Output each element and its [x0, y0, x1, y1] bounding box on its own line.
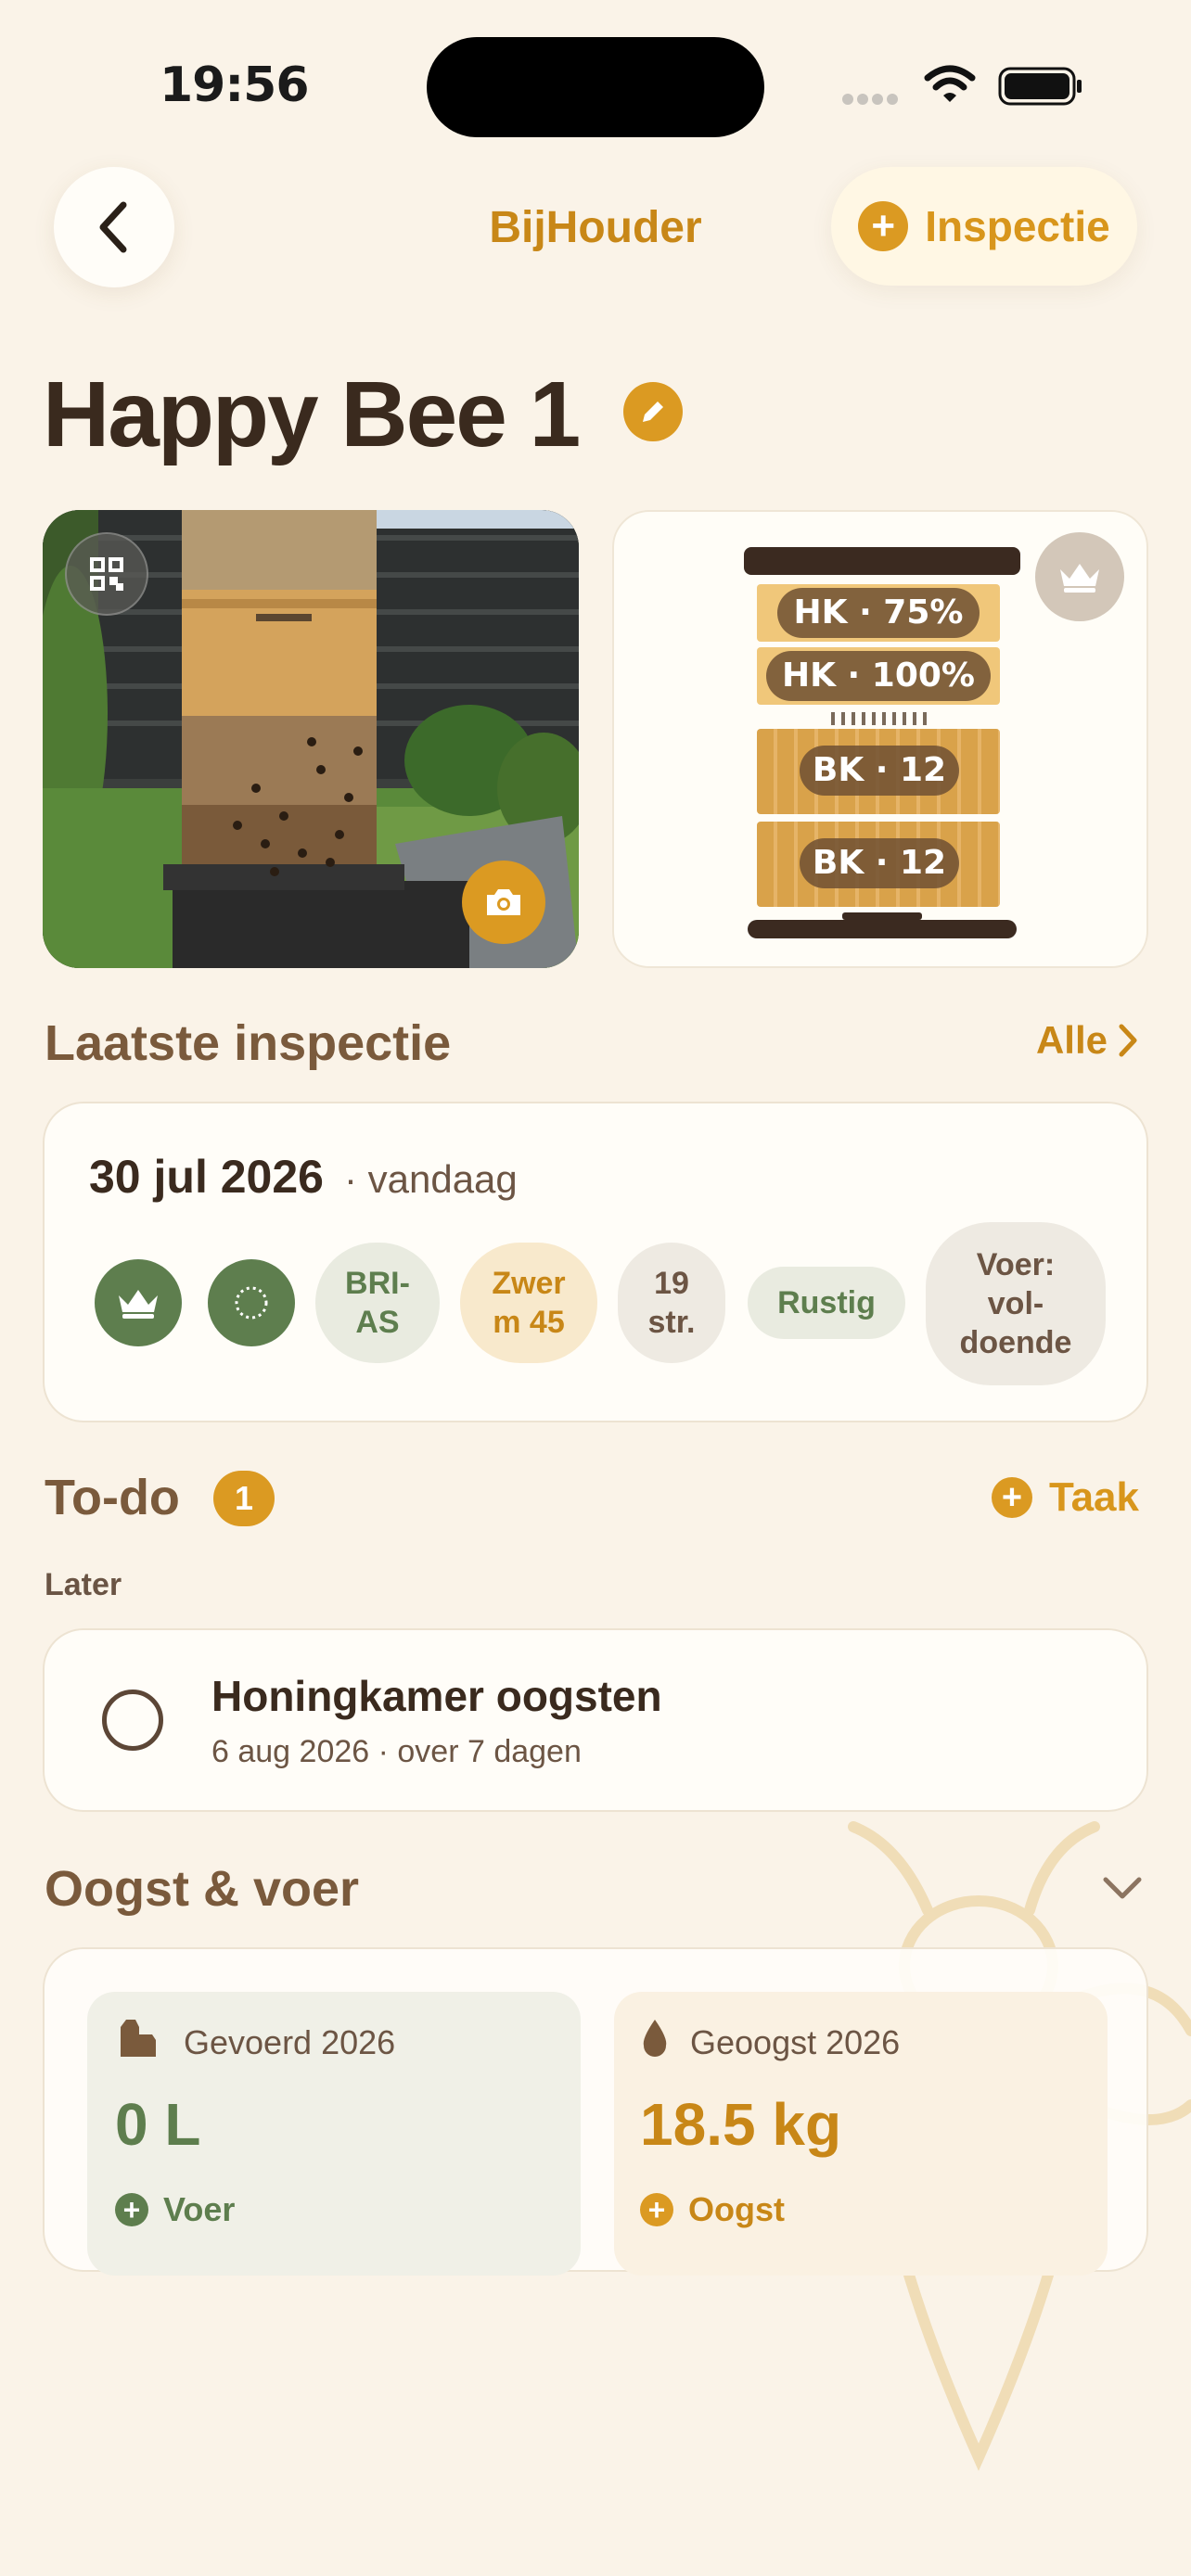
add-inspection-label: Inspectie	[925, 202, 1110, 250]
queen-button[interactable]	[1035, 532, 1124, 621]
fed-value: 0 L	[115, 2091, 201, 2158]
camera-button[interactable]	[462, 861, 545, 944]
todo-item-subtitle: 6 aug 2026 · over 7 dagen	[211, 1734, 582, 1769]
plus-circle-icon: +	[858, 201, 909, 251]
hive-diagram-card[interactable]: HK · 75% HK · 100% BK · 12 BK · 12	[612, 510, 1148, 968]
brood-box-label: BK · 12	[800, 746, 959, 796]
hive-entrance	[842, 912, 922, 920]
crown-icon	[1060, 564, 1099, 593]
harvest-value: 18.5 kg	[640, 2091, 842, 2158]
honey-super-label: HK · 75%	[777, 588, 980, 638]
harvest-stat-tile[interactable]: Geoogst 2026 18.5 kg + Oogst	[614, 1992, 1108, 2276]
harvest-card: Gevoerd 2026 0 L + Voer Geoogst 2026 18.…	[43, 1947, 1148, 2276]
signal-icon	[842, 93, 907, 106]
todo-heading: To-do	[45, 1470, 180, 1525]
add-task-label: Taak	[1048, 1474, 1139, 1520]
plus-circle-icon: +	[991, 1477, 1032, 1518]
pencil-icon	[643, 402, 663, 422]
wifi-icon	[924, 65, 976, 102]
qr-code-icon	[90, 557, 123, 591]
inspection-relative-date: · vandaag	[343, 1157, 518, 1201]
hive-roof	[744, 547, 1020, 575]
last-inspection-card[interactable]: 30 jul 2026 · vandaag BRI- AS Zwer m 45 …	[43, 1102, 1148, 1422]
todo-group-label: Later	[45, 1567, 122, 1602]
inspection-date: 30 jul 2026	[89, 1151, 324, 1203]
food-chip: Voer: vol- doende	[926, 1222, 1106, 1385]
battery-icon	[998, 67, 1082, 106]
chevron-right-icon	[1119, 1024, 1137, 1057]
add-harvest-label[interactable]: Oogst	[688, 2190, 785, 2229]
qr-code-button[interactable]	[65, 532, 148, 616]
hive-title: Happy Bee 1	[43, 363, 581, 466]
dynamic-island	[427, 37, 764, 137]
frames-chip: 19 str.	[618, 1243, 725, 1363]
todo-item-title: Honingkamer oogsten	[211, 1672, 662, 1720]
chevron-down-icon[interactable]	[1102, 1875, 1143, 1901]
feed-bag-icon	[121, 2020, 156, 2057]
add-task-button[interactable]: + Taak	[991, 1474, 1139, 1521]
hive-photo[interactable]	[43, 510, 579, 968]
all-inspections-link[interactable]: Alle	[1036, 1018, 1139, 1063]
brood-status-chip	[208, 1259, 295, 1346]
hive-bottom-board	[748, 920, 1017, 938]
fed-stat-tile[interactable]: Gevoerd 2026 0 L + Voer	[87, 1992, 581, 2276]
edit-name-button[interactable]	[623, 382, 683, 441]
plus-circle-icon: +	[640, 2193, 673, 2226]
plus-circle-icon: +	[115, 2193, 148, 2226]
dotted-circle-icon	[235, 1286, 268, 1320]
todo-count-badge: 1	[213, 1471, 275, 1526]
last-inspection-heading: Laatste inspectie	[45, 1015, 452, 1071]
brood-box-label: BK · 12	[800, 838, 959, 888]
queen-status-chip	[95, 1259, 182, 1346]
add-inspection-button[interactable]: + Inspectie	[831, 167, 1137, 286]
queen-excluder	[831, 712, 931, 725]
status-time: 19:56	[160, 57, 310, 113]
harvest-heading: Oogst & voer	[45, 1861, 360, 1917]
harvest-label: Geoogst 2026	[690, 2023, 901, 2061]
breed-chip: BRI- AS	[315, 1243, 440, 1363]
camera-icon	[487, 889, 520, 915]
temper-chip: Rustig	[748, 1267, 905, 1339]
all-inspections-label: Alle	[1035, 1018, 1108, 1062]
honey-super-label: HK · 100%	[766, 651, 991, 701]
todo-checkbox[interactable]	[102, 1690, 163, 1751]
fed-label: Gevoerd 2026	[184, 2023, 396, 2061]
add-feed-label[interactable]: Voer	[163, 2190, 235, 2229]
crown-icon	[119, 1290, 158, 1319]
droplet-icon	[643, 2020, 667, 2057]
todo-item[interactable]: Honingkamer oogsten 6 aug 2026 · over 7 …	[43, 1628, 1148, 1812]
swarm-chip: Zwer m 45	[460, 1243, 597, 1363]
